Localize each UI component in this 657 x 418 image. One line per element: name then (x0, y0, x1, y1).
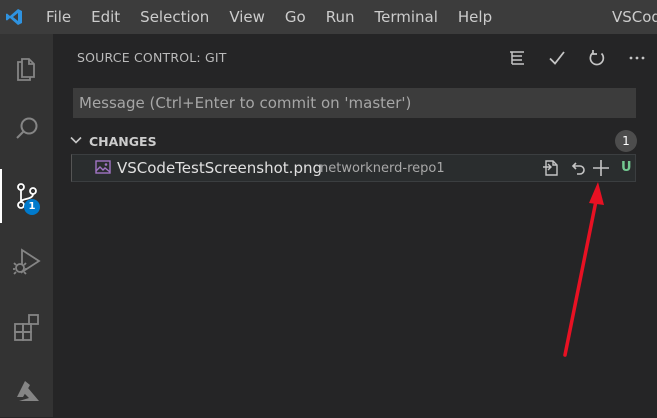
menu-run[interactable]: Run (326, 8, 355, 26)
refresh-icon (589, 50, 605, 66)
changed-file-row[interactable]: VSCodeTestScreenshot.png networknerd-rep… (71, 154, 636, 182)
discard-icon (571, 162, 585, 175)
check-icon (549, 51, 565, 65)
chevron-down-icon (70, 136, 82, 144)
azure-icon (16, 381, 39, 401)
ellipsis-icon (629, 56, 645, 60)
menu-bar: File Edit Selection View Go Run Terminal… (46, 8, 512, 26)
explorer-button[interactable] (0, 40, 53, 94)
view-title: SOURCE CONTROL: GIT (77, 50, 227, 65)
view-as-tree-button[interactable] (497, 43, 537, 73)
menu-file[interactable]: File (46, 8, 71, 26)
image-file-icon (95, 160, 111, 174)
untracked-status: U (621, 160, 632, 175)
scm-count-badge: 1 (24, 199, 40, 215)
run-debug-icon (12, 248, 41, 275)
activity-bar: 1 (0, 34, 53, 417)
extensions-icon (13, 314, 39, 341)
menu-edit[interactable]: Edit (91, 8, 120, 26)
source-control-button[interactable]: 1 (0, 169, 53, 223)
menu-terminal[interactable]: Terminal (375, 8, 438, 26)
menu-view[interactable]: View (229, 8, 265, 26)
list-tree-icon (510, 51, 524, 65)
search-button[interactable] (0, 102, 53, 156)
commit-message-input[interactable] (73, 88, 636, 118)
file-folder: networknerd-repo1 (320, 161, 445, 176)
discard-changes-button[interactable] (567, 157, 589, 179)
commit-button[interactable] (537, 43, 577, 73)
open-file-icon (543, 160, 558, 176)
source-control-view: SOURCE CONTROL: GIT Message (Ctrl+Enter … (53, 34, 657, 417)
menu-selection[interactable]: Selection (140, 8, 209, 26)
title-bar: File Edit Selection View Go Run Terminal… (0, 0, 657, 34)
stage-changes-button[interactable] (590, 157, 612, 179)
changes-count-badge: 1 (615, 130, 637, 152)
file-name: VSCodeTestScreenshot.png (117, 159, 322, 177)
open-file-button[interactable] (540, 157, 562, 179)
changes-label: CHANGES (89, 134, 157, 149)
menu-help[interactable]: Help (458, 8, 492, 26)
view-header: SOURCE CONTROL: GIT (53, 34, 657, 80)
window-title: VSCode (612, 8, 657, 26)
vscode-logo-icon (0, 0, 27, 34)
extensions-button[interactable] (0, 300, 53, 354)
changes-group-header[interactable]: CHANGES 1 (53, 130, 657, 152)
run-debug-button[interactable] (0, 234, 53, 288)
files-icon (16, 58, 35, 81)
view-actions (497, 43, 657, 73)
menu-go[interactable]: Go (285, 8, 306, 26)
more-actions-button[interactable] (617, 43, 657, 73)
search-icon (15, 117, 37, 139)
refresh-button[interactable] (577, 43, 617, 73)
azure-button[interactable] (0, 364, 53, 418)
plus-icon (593, 160, 609, 176)
